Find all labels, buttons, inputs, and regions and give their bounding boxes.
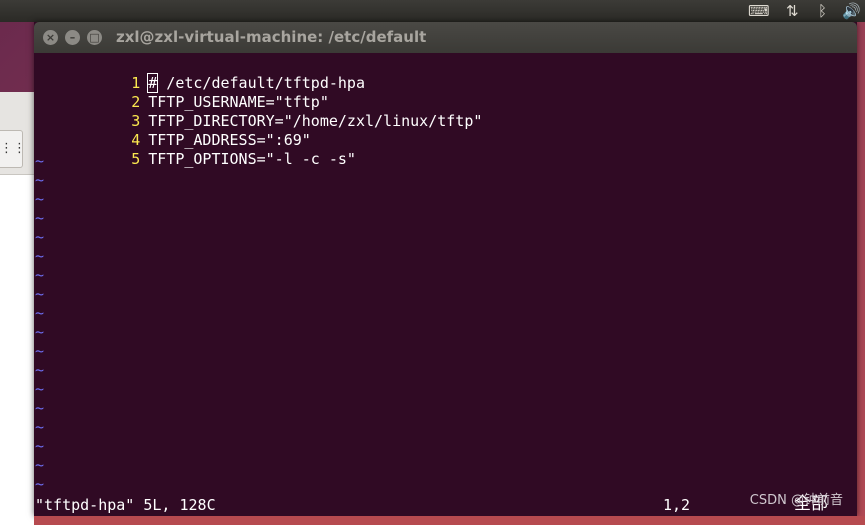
line-text: TFTP_OPTIONS="-l -c -s"	[148, 150, 356, 168]
keyboard-icon[interactable]: ⌨	[748, 1, 770, 21]
maximize-icon: □	[89, 31, 100, 44]
volume-icon[interactable]: 🔊	[842, 1, 861, 21]
empty-line-tilde: ~	[35, 285, 45, 303]
empty-line-tilde: ~	[35, 456, 45, 474]
editor-line[interactable]: 4 TFTP_ADDRESS=":69"	[34, 112, 311, 149]
editor-line[interactable]: 1 # /etc/default/tftpd-hpa	[34, 55, 365, 93]
close-button[interactable]: ×	[43, 30, 58, 45]
minimize-button[interactable]: –	[65, 30, 80, 45]
watermark: CSDN @钟前音	[749, 493, 843, 508]
bluetooth-icon[interactable]: ᛒ	[818, 1, 827, 21]
vim-status-cursor-position: 1,2	[663, 496, 691, 514]
maximize-button[interactable]: □	[87, 30, 102, 45]
vim-editor[interactable]: 1 # /etc/default/tftpd-hpa 2 TFTP_USERNAME…	[34, 53, 857, 516]
desktop-bottom-strip	[34, 516, 865, 525]
empty-line-tilde: ~	[35, 247, 45, 265]
window-title: zxl@zxl-virtual-machine: /etc/default	[116, 28, 427, 46]
empty-line-tilde: ~	[35, 418, 45, 436]
editor-line[interactable]: 3 TFTP_DIRECTORY="/home/zxl/linux/tftp"	[34, 93, 482, 130]
empty-line-tilde: ~	[35, 171, 45, 189]
terminal-titlebar[interactable]: × – □ zxl@zxl-virtual-machine: /etc/defa…	[34, 22, 857, 53]
network-arrows-icon[interactable]: ⇅	[786, 1, 799, 21]
editor-line[interactable]: 2 TFTP_USERNAME="tftp"	[34, 74, 329, 111]
empty-line-tilde: ~	[35, 304, 45, 322]
line-number: 5	[131, 150, 141, 168]
empty-line-tilde: ~	[35, 380, 45, 398]
grid-icon: ⋮⋮	[0, 141, 26, 156]
empty-line-tilde: ~	[35, 399, 45, 417]
empty-line-tilde: ~	[35, 152, 45, 170]
screen: ⋮⋮ ⌨ ⇅ ᛒ 🔊 × – □ zxl@zxl-virtual-machine…	[0, 0, 865, 525]
empty-line-tilde: ~	[35, 266, 45, 284]
empty-line-tilde: ~	[35, 323, 45, 341]
close-icon: ×	[45, 31, 56, 44]
top-panel: ⌨ ⇅ ᛒ 🔊	[0, 0, 865, 22]
empty-line-tilde: ~	[35, 190, 45, 208]
empty-line-tilde: ~	[35, 475, 45, 493]
app-grid-button[interactable]: ⋮⋮	[0, 130, 26, 168]
empty-line-tilde: ~	[35, 361, 45, 379]
vim-status-file-info: "tftpd-hpa" 5L, 128C	[35, 496, 216, 514]
minimize-icon: –	[69, 31, 76, 44]
editor-line[interactable]: 5 TFTP_OPTIONS="-l -c -s"	[34, 131, 356, 168]
empty-line-tilde: ~	[35, 228, 45, 246]
empty-line-tilde: ~	[35, 209, 45, 227]
empty-line-tilde: ~	[35, 437, 45, 455]
empty-line-tilde: ~	[35, 342, 45, 360]
terminal-window[interactable]: × – □ zxl@zxl-virtual-machine: /etc/defa…	[34, 22, 857, 516]
